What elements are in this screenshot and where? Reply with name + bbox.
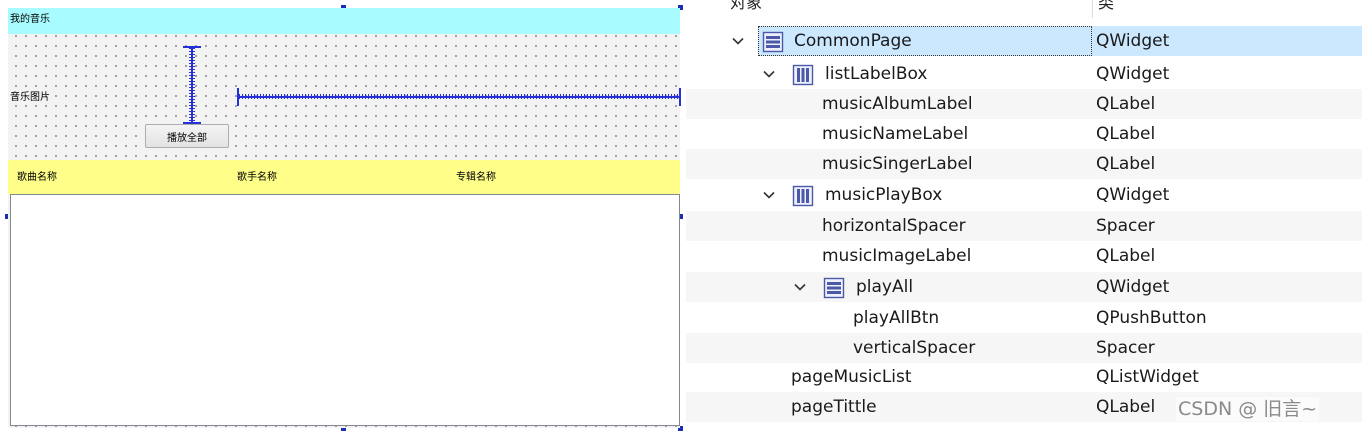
common-page-widget[interactable]: 我的音乐 音乐图片 播放全部 歌曲名称 歌手名称 专辑名称 <box>8 8 681 428</box>
album-name-label[interactable]: 专辑名称 <box>456 172 496 184</box>
chevron-down-icon[interactable] <box>794 281 806 293</box>
list-label-box[interactable]: 歌曲名称 歌手名称 专辑名称 <box>8 160 680 194</box>
page-music-list[interactable] <box>10 194 680 426</box>
tree-item-class: QPushButton <box>1096 308 1207 328</box>
tree-row-musicalbumlabel[interactable]: musicAlbumLabel QLabel <box>686 89 1362 119</box>
singer-name-label[interactable]: 歌手名称 <box>237 172 277 184</box>
page-title-label[interactable]: 我的音乐 <box>8 8 680 34</box>
tree-item-name: musicPlayBox <box>825 185 943 205</box>
header-divider[interactable] <box>1092 0 1093 18</box>
tree-item-name: CommonPage <box>794 31 912 51</box>
chevron-down-icon[interactable] <box>763 189 775 201</box>
play-all-button[interactable]: 播放全部 <box>145 124 229 148</box>
tree-row-playall[interactable]: playAll QWidget <box>686 272 1362 302</box>
song-name-label[interactable]: 歌曲名称 <box>17 172 57 184</box>
tree-item-class: QLabel <box>1096 94 1156 114</box>
tree-row-pagemusiclist[interactable]: pageMusicList QListWidget <box>686 362 1362 392</box>
tree-item-class: Spacer <box>1096 216 1155 236</box>
tree-item-name: musicSingerLabel <box>822 154 973 174</box>
tree-item-name: verticalSpacer <box>853 338 976 358</box>
tree-row-verticalspacer[interactable]: verticalSpacer Spacer <box>686 333 1362 363</box>
tree-item-class: QWidget <box>1096 185 1170 205</box>
tree-row-musicplaybox[interactable]: musicPlayBox QWidget <box>686 180 1362 210</box>
tree-row-musicimagelabel[interactable]: musicImageLabel QLabel <box>686 241 1362 271</box>
tree-item-class: QWidget <box>1096 277 1170 297</box>
tree-item-name: horizontalSpacer <box>822 216 966 236</box>
tree-item-class: QLabel <box>1096 154 1156 174</box>
tree-item-name: pageTittle <box>791 397 877 417</box>
tree-row-listlabelbox[interactable]: listLabelBox QWidget <box>686 59 1362 89</box>
horizontal-layout-icon <box>792 64 814 86</box>
chevron-down-icon[interactable] <box>763 68 775 80</box>
tree-row-playallbtn[interactable]: playAllBtn QPushButton <box>686 303 1362 333</box>
tree-item-class: Spacer <box>1096 338 1155 358</box>
tree-item-name: listLabelBox <box>825 64 928 84</box>
tree-item-name: musicNameLabel <box>822 124 969 144</box>
object-column-header[interactable]: 对象 <box>730 0 762 14</box>
tree-item-name: playAll <box>856 277 914 297</box>
object-inspector: 对象 类 CommonPage QWidget listLabelBox QWi… <box>686 0 1362 436</box>
horizontal-spacer[interactable] <box>237 88 681 106</box>
tree-row-horizontalspacer[interactable]: horizontalSpacer Spacer <box>686 211 1362 241</box>
tree-item-class: QWidget <box>1092 26 1362 56</box>
chevron-down-icon[interactable] <box>732 35 744 47</box>
tree-item-name: musicAlbumLabel <box>822 94 973 114</box>
tree-item-class: QWidget <box>1096 64 1170 84</box>
vertical-spacer[interactable] <box>183 46 201 124</box>
horizontal-layout-icon <box>792 185 814 207</box>
vertical-layout-icon <box>762 31 784 53</box>
page-title-text: 我的音乐 <box>10 14 50 25</box>
tree-row-musicsingerlabel[interactable]: musicSingerLabel QLabel <box>686 149 1362 179</box>
class-column-header[interactable]: 类 <box>1098 0 1114 14</box>
music-image-label[interactable]: 音乐图片 <box>10 92 50 104</box>
tree-item-name: playAllBtn <box>853 308 940 328</box>
tree-row-commonpage[interactable]: CommonPage QWidget <box>686 26 1362 56</box>
tree-item-name: pageMusicList <box>791 367 912 387</box>
tree-item-class: QListWidget <box>1096 367 1199 387</box>
vertical-layout-icon <box>823 277 845 299</box>
form-canvas[interactable]: 我的音乐 音乐图片 播放全部 歌曲名称 歌手名称 专辑名称 <box>0 0 686 436</box>
tree-item-name: musicImageLabel <box>822 246 972 266</box>
tree-item-class: QLabel <box>1096 124 1156 144</box>
tree-row-musicnamelabel[interactable]: musicNameLabel QLabel <box>686 119 1362 149</box>
tree-item-class: QLabel <box>1096 246 1156 266</box>
watermark-text: CSDN @ 旧言~ <box>1176 397 1320 421</box>
